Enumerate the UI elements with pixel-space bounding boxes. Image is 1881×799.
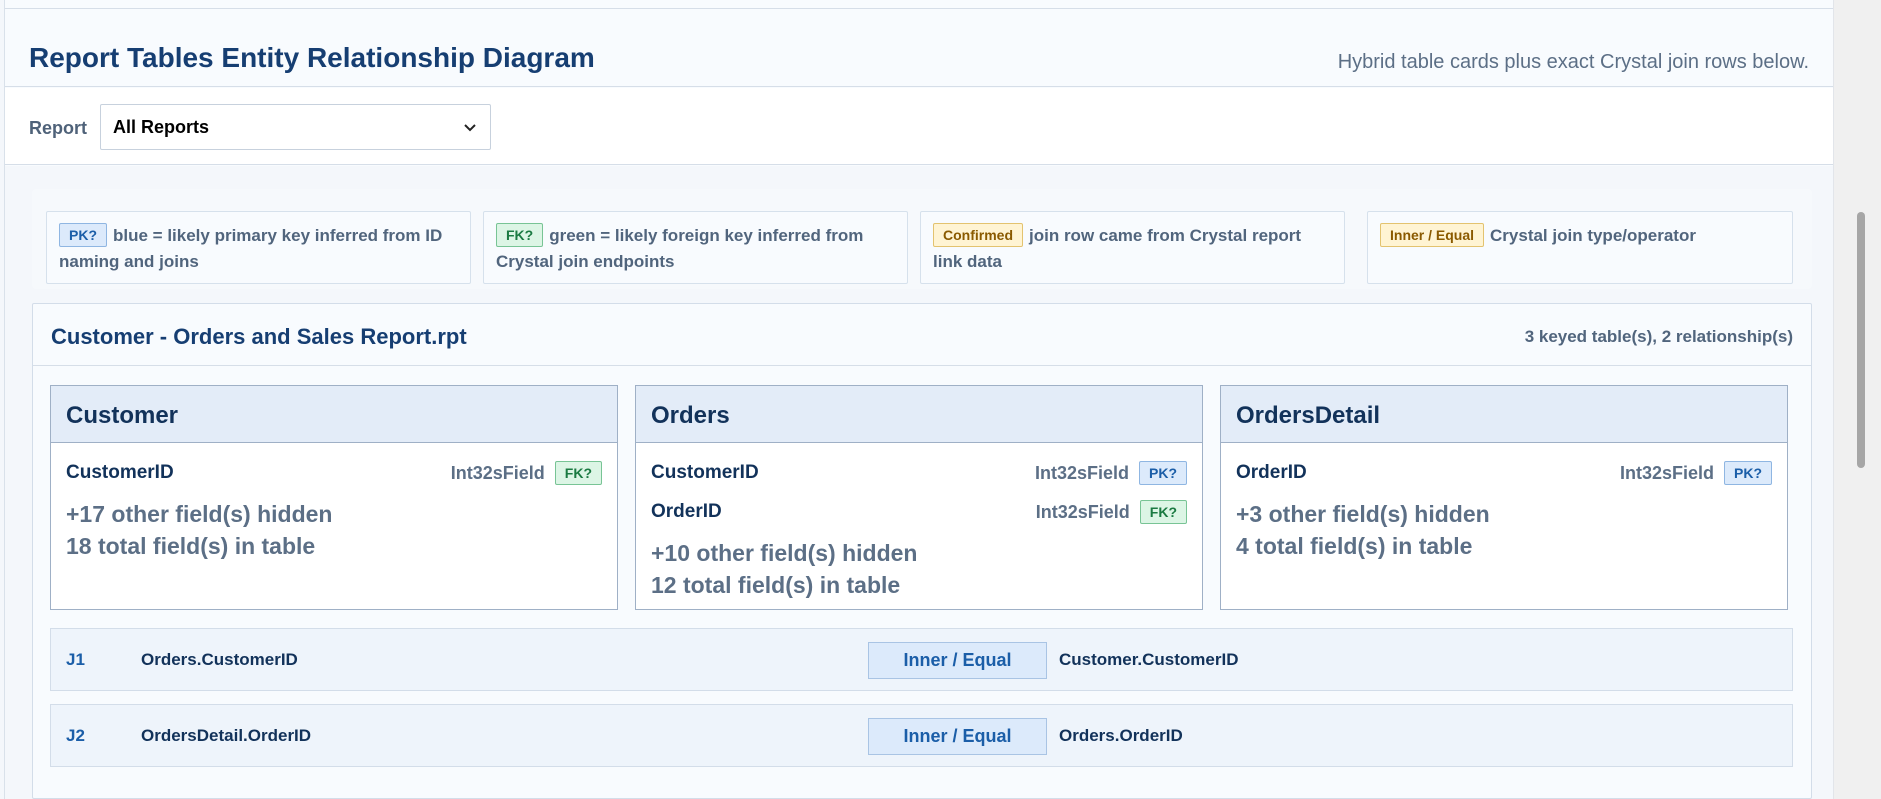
filter-bar: Report All Reports (5, 88, 1833, 165)
table-card-customer[interactable]: Customer CustomerID Int32sField FK? +17 … (50, 385, 618, 610)
join-left-field: Orders.CustomerID (141, 650, 298, 669)
field-row: CustomerID Int32sField PK? (651, 459, 1187, 487)
legend-item-join-type: Inner / Equal Crystal join type/operator (1367, 211, 1793, 284)
join-row[interactable]: J2 OrdersDetail.OrderID Inner / Equal Or… (50, 704, 1793, 767)
total-fields-note: 18 total field(s) in table (66, 533, 316, 559)
legend-item-pk: PK? blue = likely primary key inferred fr… (46, 211, 471, 284)
legend-item-confirmed: Confirmed join row came from Crystal repo… (920, 211, 1345, 284)
erd-panel: Report Tables Entity Relationship Diagra… (4, 0, 1834, 799)
report-select-value: All Reports (113, 116, 210, 137)
field-row: CustomerID Int32sField FK? (66, 459, 602, 487)
fk-badge: FK? (554, 461, 602, 485)
field-type: Int32sField (1619, 462, 1714, 483)
hidden-fields-note: +10 other field(s) hidden (651, 540, 918, 566)
table-fields: CustomerID Int32sField PK? OrderID Int32… (636, 443, 1202, 601)
field-name: OrderID (651, 501, 722, 522)
field-type: Int32sField (1035, 501, 1130, 522)
report-stats: 3 keyed table(s), 2 relationship(s) (1524, 327, 1793, 346)
join-id: J2 (66, 726, 85, 745)
diagram-content: PK? blue = likely primary key inferred fr… (5, 166, 1833, 799)
report-title: Customer - Orders and Sales Report.rpt (51, 324, 467, 349)
fk-badge: FK? (1139, 500, 1187, 524)
pk-badge: PK? (1139, 461, 1187, 485)
scrollbar-thumb[interactable] (1857, 212, 1865, 468)
join-row[interactable]: J1 Orders.CustomerID Inner / Equal Custo… (50, 628, 1793, 691)
total-fields-note: 4 total field(s) in table (1236, 533, 1473, 559)
join-right-field: Orders.OrderID (1059, 726, 1183, 745)
legend-text: green = likely foreign key inferred from… (496, 226, 864, 271)
join-id: J1 (66, 650, 85, 669)
legend: PK? blue = likely primary key inferred fr… (32, 189, 1812, 289)
field-type: Int32sField (450, 462, 545, 483)
page-title: Report Tables Entity Relationship Diagra… (29, 42, 595, 73)
field-name: CustomerID (651, 462, 759, 483)
table-name: Customer (51, 386, 617, 443)
page-subtitle: Hybrid table cards plus exact Crystal jo… (1337, 51, 1809, 73)
report-filter-label: Report (29, 118, 87, 138)
confirmed-badge: Confirmed (933, 223, 1023, 247)
legend-text: Crystal join type/operator (1490, 226, 1696, 245)
report-select[interactable]: All Reports (100, 104, 491, 150)
page: Report Tables Entity Relationship Diagra… (0, 0, 1881, 799)
table-fields: OrderID Int32sField PK? +3 other field(s… (1221, 443, 1787, 562)
table-card-orders[interactable]: Orders CustomerID Int32sField PK? OrderI… (635, 385, 1203, 610)
vertical-scrollbar[interactable] (1833, 0, 1881, 799)
join-right-field: Customer.CustomerID (1059, 650, 1239, 669)
table-name: Orders (636, 386, 1202, 443)
pk-badge: PK? (59, 223, 107, 247)
table-fields: CustomerID Int32sField FK? +17 other fie… (51, 443, 617, 562)
panel-header: Report Tables Entity Relationship Diagra… (5, 9, 1833, 87)
field-name: CustomerID (66, 462, 174, 483)
table-name: OrdersDetail (1221, 386, 1787, 443)
field-name: OrderID (1236, 462, 1307, 483)
legend-text: blue = likely primary key inferred from … (59, 226, 443, 271)
join-type-badge: Inner / Equal (868, 642, 1047, 679)
chevron-down-icon (464, 124, 476, 132)
fk-badge: FK? (496, 223, 544, 247)
field-type: Int32sField (1034, 462, 1129, 483)
hidden-fields-note: +17 other field(s) hidden (66, 501, 333, 527)
table-card-ordersdetail[interactable]: OrdersDetail OrderID Int32sField PK? +3 … (1220, 385, 1788, 610)
report-header: Customer - Orders and Sales Report.rpt 3… (33, 304, 1811, 366)
join-left-field: OrdersDetail.OrderID (141, 726, 312, 745)
hidden-fields-note: +3 other field(s) hidden (1236, 501, 1490, 527)
legend-item-fk: FK? green = likely foreign key inferred f… (483, 211, 908, 284)
field-row: OrderID Int32sField PK? (1236, 459, 1772, 487)
report-card: Customer - Orders and Sales Report.rpt 3… (32, 303, 1812, 799)
pk-badge: PK? (1724, 461, 1772, 485)
join-type-badge: Inner / Equal (868, 718, 1047, 755)
join-type-badge: Inner / Equal (1380, 223, 1485, 247)
total-fields-note: 12 total field(s) in table (651, 572, 901, 598)
field-row: OrderID Int32sField FK? (651, 498, 1187, 526)
